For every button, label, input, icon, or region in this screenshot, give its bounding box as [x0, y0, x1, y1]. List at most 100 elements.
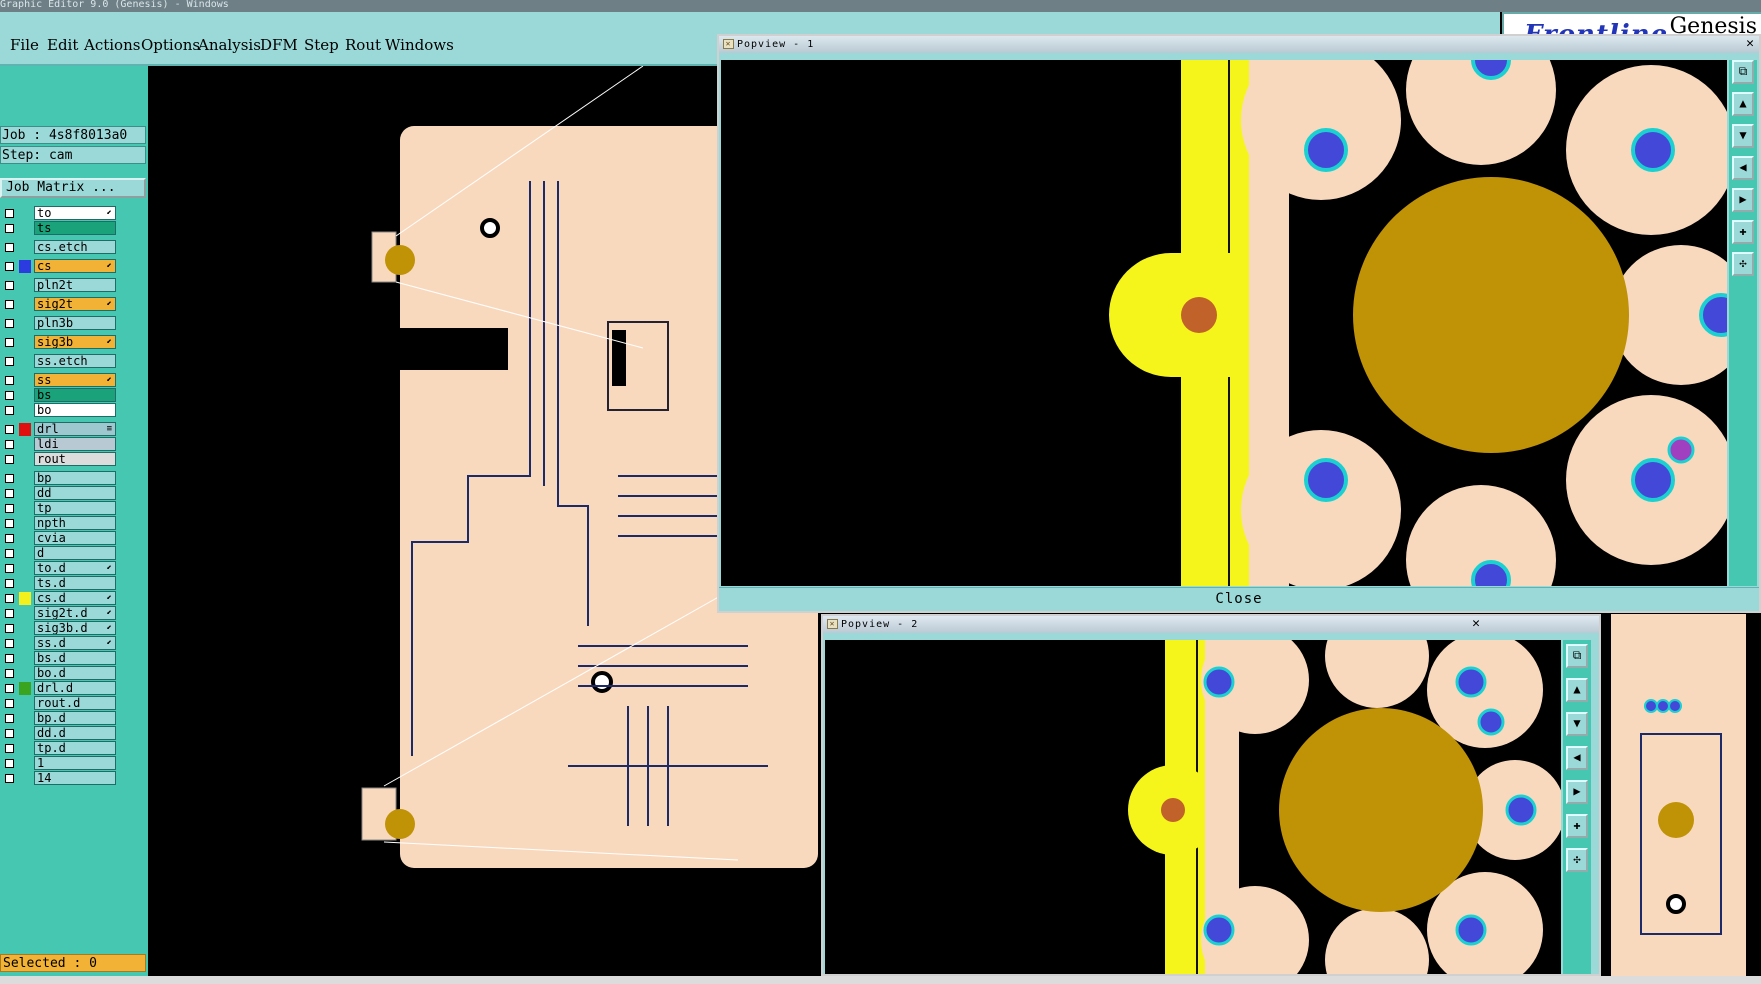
layer-row[interactable]: bp.d: [0, 711, 118, 726]
layer-name[interactable]: npth: [34, 516, 116, 530]
popview-2-window[interactable]: ✕ Popview - 2 ✕ ⧉ ▲ ▼ ◀ ▶ ✚ ✣: [821, 614, 1601, 976]
menu-step[interactable]: Step: [304, 36, 339, 54]
layer-checkbox[interactable]: [5, 425, 14, 434]
layer-row[interactable]: cvia: [0, 531, 118, 546]
layer-checkbox[interactable]: [5, 759, 14, 768]
layer-checkbox[interactable]: [5, 714, 14, 723]
layer-name[interactable]: 1: [34, 756, 116, 770]
layer-checkbox[interactable]: [5, 654, 14, 663]
popview-2-title-bar[interactable]: ✕ Popview - 2 ✕: [823, 616, 1599, 633]
layer-color-swatch[interactable]: [19, 472, 31, 485]
layer-color-swatch[interactable]: [19, 355, 31, 368]
layer-name[interactable]: drl ≡: [34, 422, 116, 436]
layer-color-swatch[interactable]: [19, 532, 31, 545]
layer-color-swatch[interactable]: [19, 374, 31, 387]
layer-row[interactable]: ts.d: [0, 576, 118, 591]
layer-checkbox[interactable]: [5, 744, 14, 753]
layer-checkbox[interactable]: [5, 262, 14, 271]
layer-name[interactable]: cs ⬋: [34, 259, 116, 273]
menu-actions[interactable]: Actions: [84, 36, 140, 54]
layer-checkbox[interactable]: [5, 519, 14, 528]
menu-options[interactable]: Options: [141, 36, 200, 54]
layer-checkbox[interactable]: [5, 357, 14, 366]
close-icon[interactable]: ✕: [1472, 617, 1481, 631]
layer-color-swatch[interactable]: [19, 667, 31, 680]
layer-color-swatch[interactable]: [19, 423, 31, 436]
layer-name[interactable]: bs: [34, 388, 116, 402]
layer-row[interactable]: tp.d: [0, 741, 118, 756]
layer-row[interactable]: rout: [0, 452, 118, 467]
pan-left-icon[interactable]: ◀: [1566, 746, 1588, 770]
layer-name[interactable]: rout.d: [34, 696, 116, 710]
layer-row[interactable]: cs.etch: [0, 240, 118, 255]
layer-row[interactable]: pln3b: [0, 316, 118, 331]
layer-name[interactable]: cs.d ⬋: [34, 591, 116, 605]
layer-row[interactable]: ss ⬋: [0, 373, 118, 388]
popview-2-view[interactable]: [825, 640, 1561, 974]
popview-1-window[interactable]: ✕ Popview - 1 ✕ ⧉ ▲ ▼ ◀ ▶ ✚ ✣ Close: [717, 34, 1761, 613]
layer-checkbox[interactable]: [5, 474, 14, 483]
layer-checkbox[interactable]: [5, 774, 14, 783]
layer-color-swatch[interactable]: [19, 298, 31, 311]
layer-row[interactable]: bo.d: [0, 666, 118, 681]
layer-name[interactable]: pln2t: [34, 278, 116, 292]
layer-name[interactable]: ss.etch: [34, 354, 116, 368]
layer-color-swatch[interactable]: [19, 682, 31, 695]
layer-checkbox[interactable]: [5, 624, 14, 633]
layer-checkbox[interactable]: [5, 534, 14, 543]
layer-name[interactable]: sig2t.d ⬋: [34, 606, 116, 620]
menu-file[interactable]: File: [10, 36, 39, 54]
layer-checkbox[interactable]: [5, 209, 14, 218]
layer-color-swatch[interactable]: [19, 241, 31, 254]
layer-color-swatch[interactable]: [19, 622, 31, 635]
layer-color-swatch[interactable]: [19, 438, 31, 451]
layer-color-swatch[interactable]: [19, 697, 31, 710]
layer-row[interactable]: ss.etch: [0, 354, 118, 369]
layer-color-swatch[interactable]: [19, 487, 31, 500]
zoom-home-icon[interactable]: ⧉: [1566, 644, 1588, 668]
layer-name[interactable]: to.d ⬋: [34, 561, 116, 575]
zoom-out-icon[interactable]: ✣: [1566, 848, 1588, 872]
layer-color-swatch[interactable]: [19, 712, 31, 725]
layer-name[interactable]: sig3b.d ⬋: [34, 621, 116, 635]
layer-color-swatch[interactable]: [19, 279, 31, 292]
layer-row[interactable]: sig2t.d ⬋: [0, 606, 118, 621]
layer-checkbox[interactable]: [5, 699, 14, 708]
layer-row[interactable]: bp: [0, 471, 118, 486]
menu-edit[interactable]: Edit: [47, 36, 78, 54]
layer-checkbox[interactable]: [5, 391, 14, 400]
pan-left-icon[interactable]: ◀: [1732, 156, 1754, 180]
layer-color-swatch[interactable]: [19, 637, 31, 650]
layer-row[interactable]: pln2t: [0, 278, 118, 293]
layer-checkbox[interactable]: [5, 376, 14, 385]
layer-color-swatch[interactable]: [19, 404, 31, 417]
layer-name[interactable]: ts.d: [34, 576, 116, 590]
zoom-out-icon[interactable]: ✣: [1732, 252, 1754, 276]
menu-dfm[interactable]: DFM: [260, 36, 298, 54]
layer-row[interactable]: 1: [0, 756, 118, 771]
layer-row[interactable]: 14: [0, 771, 118, 786]
menu-windows[interactable]: Windows: [385, 36, 454, 54]
layer-row[interactable]: drl.d: [0, 681, 118, 696]
layer-checkbox[interactable]: [5, 549, 14, 558]
layer-row[interactable]: tp: [0, 501, 118, 516]
layer-row[interactable]: dd: [0, 486, 118, 501]
layer-color-swatch[interactable]: [19, 336, 31, 349]
layer-name[interactable]: tp: [34, 501, 116, 515]
layer-color-swatch[interactable]: [19, 453, 31, 466]
layer-name[interactable]: bp: [34, 471, 116, 485]
layer-checkbox[interactable]: [5, 729, 14, 738]
layer-row[interactable]: ldi: [0, 437, 118, 452]
layer-name[interactable]: ss ⬋: [34, 373, 116, 387]
layer-name[interactable]: pln3b: [34, 316, 116, 330]
layer-checkbox[interactable]: [5, 455, 14, 464]
layer-row[interactable]: sig2t ⬋: [0, 297, 118, 312]
layer-color-swatch[interactable]: [19, 577, 31, 590]
layer-row[interactable]: d: [0, 546, 118, 561]
layer-checkbox[interactable]: [5, 338, 14, 347]
layer-color-swatch[interactable]: [19, 517, 31, 530]
layer-checkbox[interactable]: [5, 224, 14, 233]
popview-1-view[interactable]: [721, 60, 1727, 586]
layer-color-swatch[interactable]: [19, 757, 31, 770]
layer-checkbox[interactable]: [5, 440, 14, 449]
